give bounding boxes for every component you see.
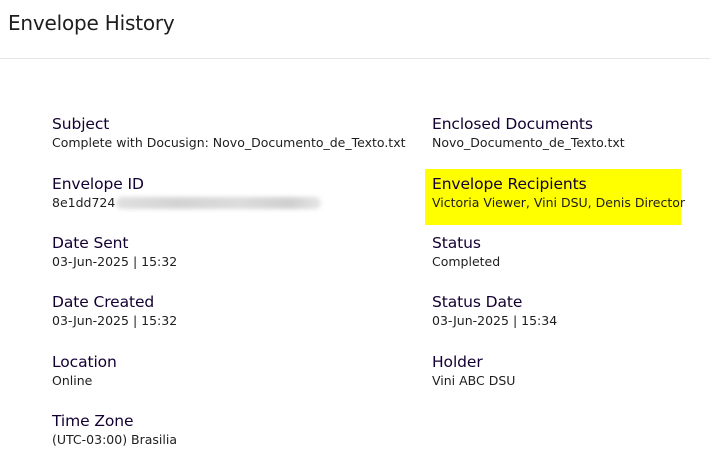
enclosed-documents-value: Novo_Documento_de_Texto.txt [432,135,625,150]
status-date-label: Status Date [432,293,523,311]
envelope-id-value-row: 8e1dd724 [52,195,322,211]
status-label: Status [432,234,481,252]
redacted-envelope-id [116,197,322,209]
time-zone-field: Time Zone (UTC-03:00) Brasilia [52,411,177,448]
subject-label: Subject [52,115,110,133]
page-title: Envelope History [8,11,175,35]
holder-label: Holder [432,353,483,371]
envelope-recipients-value: Victoria Viewer, Vini DSU, Denis Directo… [432,195,686,210]
date-sent-value: 03-Jun-2025 | 15:32 [52,254,178,269]
envelope-recipients-field: Envelope Recipients Victoria Viewer, Vin… [432,174,685,211]
time-zone-value: (UTC-03:00) Brasilia [52,432,178,447]
date-sent-label: Date Sent [52,234,129,252]
location-label: Location [52,353,117,371]
holder-field: Holder Vini ABC DSU [432,352,515,389]
page-header: Envelope History [0,0,710,59]
envelope-id-field: Envelope ID 8e1dd724 [52,174,322,211]
location-field: Location Online [52,352,117,389]
subject-value: Complete with Docusign: Novo_Documento_d… [52,135,406,150]
date-created-label: Date Created [52,293,155,311]
envelope-recipients-label: Envelope Recipients [432,175,587,193]
holder-value: Vini ABC DSU [432,373,516,388]
enclosed-documents-label: Enclosed Documents [432,115,593,133]
enclosed-documents-field: Enclosed Documents Novo_Documento_de_Tex… [432,114,625,151]
status-date-field: Status Date 03-Jun-2025 | 15:34 [432,292,557,329]
location-value: Online [52,373,93,388]
status-field: Status Completed [432,233,500,270]
date-sent-field: Date Sent 03-Jun-2025 | 15:32 [52,233,177,270]
status-date-value: 03-Jun-2025 | 15:34 [432,313,558,328]
date-created-value: 03-Jun-2025 | 15:32 [52,313,178,328]
time-zone-label: Time Zone [52,412,134,430]
status-value: Completed [432,254,501,269]
envelope-id-label: Envelope ID [52,175,144,193]
envelope-id-value: 8e1dd724 [52,195,116,210]
subject-field: Subject Complete with Docusign: Novo_Doc… [52,114,406,151]
date-created-field: Date Created 03-Jun-2025 | 15:32 [52,292,177,329]
